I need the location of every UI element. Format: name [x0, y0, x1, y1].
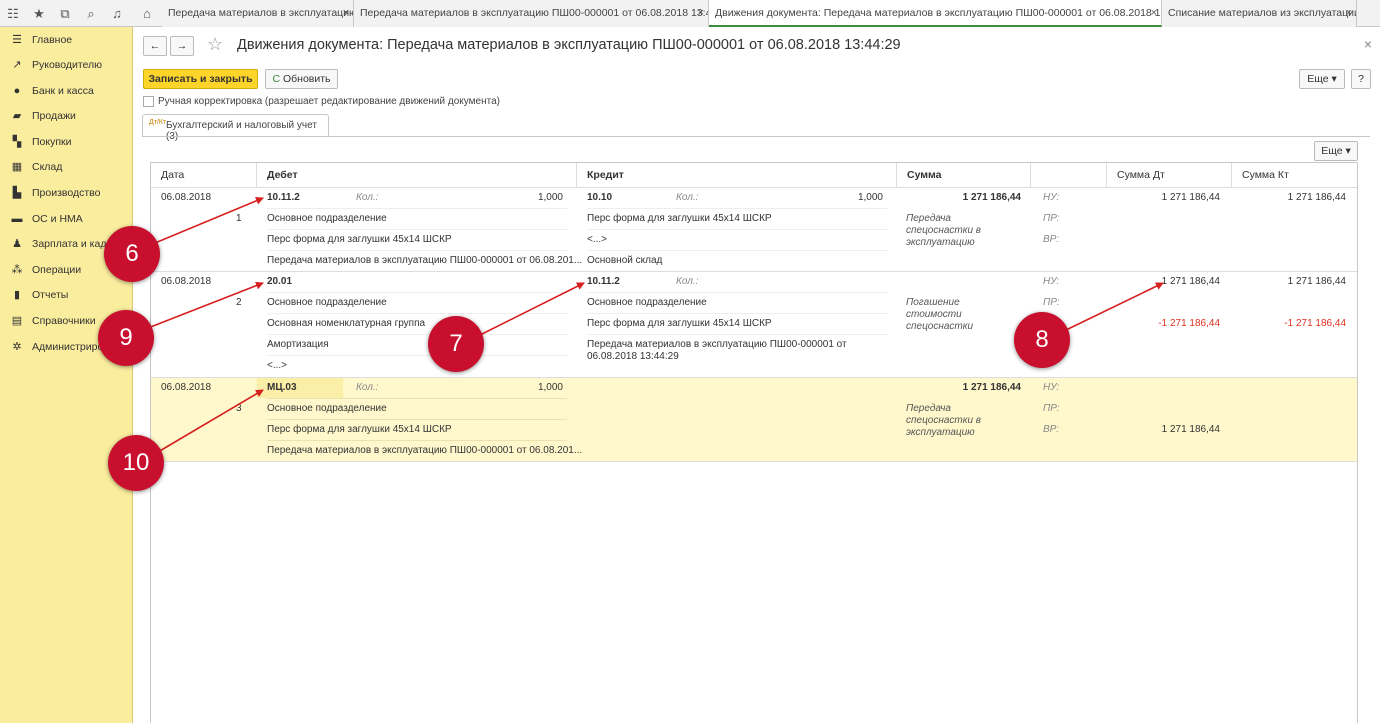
marker-7: 7 — [428, 316, 484, 372]
marker-9: 9 — [98, 310, 154, 366]
annotation-arrows — [147, 197, 1164, 453]
arrow-7 — [479, 282, 585, 336]
arrow-6 — [154, 197, 264, 244]
marker-10: 10 — [108, 435, 164, 491]
arrow-8 — [1065, 282, 1164, 331]
marker-8: 8 — [1014, 312, 1070, 368]
marker-6: 6 — [104, 226, 160, 282]
arrow-9 — [147, 281, 264, 329]
arrow-10 — [157, 389, 264, 453]
